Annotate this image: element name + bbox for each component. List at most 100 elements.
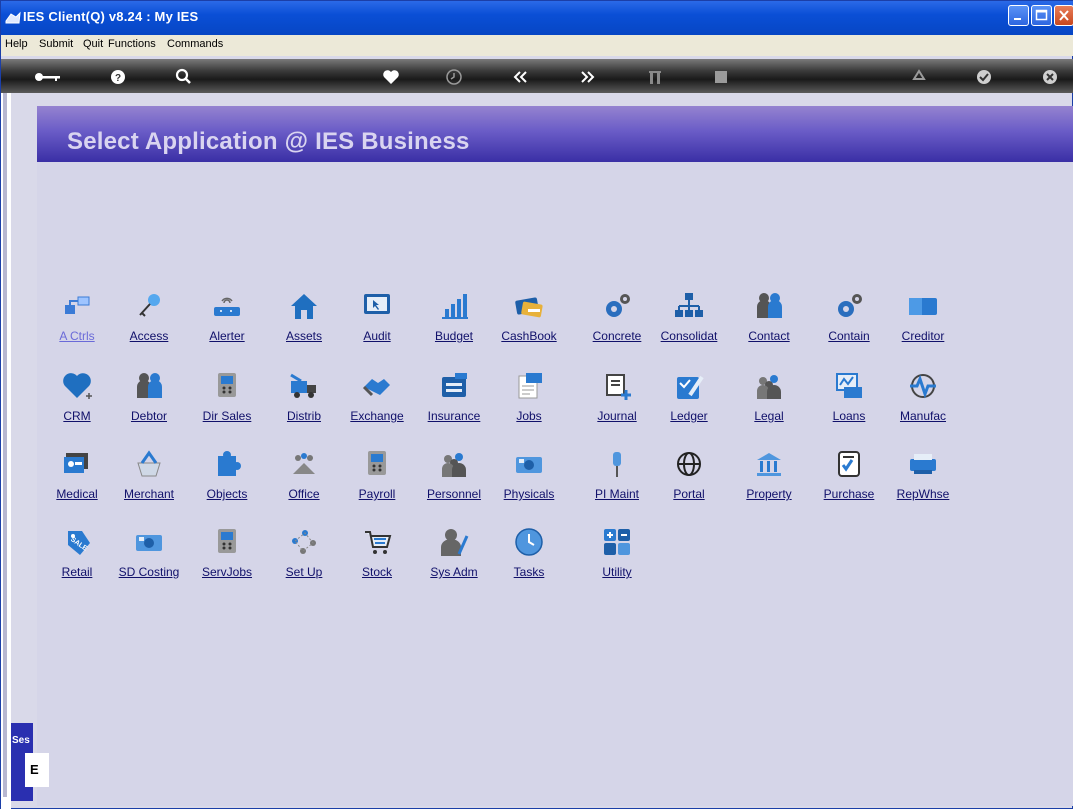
app-label-sys-adm[interactable]: Sys Adm [414,565,494,579]
close-icon[interactable] [1040,68,1060,86]
stop-icon[interactable] [711,68,731,86]
app-label-contain[interactable]: Contain [809,329,889,343]
menu-functions[interactable]: Functions [108,38,156,50]
app-label-property[interactable]: Property [729,487,809,501]
app-tile-servjobs[interactable]: ServJobs [193,527,261,591]
app-label-physicals[interactable]: Physicals [489,487,569,501]
app-tile-alerter[interactable]: Alerter [193,291,261,355]
pulse-icon[interactable] [908,371,938,401]
app-tile-jobs[interactable]: Jobs [495,371,563,435]
app-label-audit[interactable]: Audit [337,329,417,343]
journal-icon[interactable] [602,371,632,401]
recycle-icon[interactable] [909,68,929,86]
group-icon[interactable] [754,371,784,401]
app-tile-utility[interactable]: Utility [583,527,651,591]
bank-icon[interactable] [754,449,784,479]
app-label-personnel[interactable]: Personnel [414,487,494,501]
phone-icon[interactable] [362,449,392,479]
app-tile-distrib[interactable]: Distrib [270,371,338,435]
app-tile-budget[interactable]: Budget [420,291,488,355]
document-icon[interactable] [514,371,544,401]
house-icon[interactable] [289,291,319,321]
app-label-consolidat[interactable]: Consolidat [649,329,729,343]
app-label-set-up[interactable]: Set Up [264,565,344,579]
app-label-tasks[interactable]: Tasks [489,565,569,579]
app-tile-a-ctrls[interactable]: A Ctrls [43,291,111,355]
diagram-icon[interactable] [289,527,319,557]
app-tile-access[interactable]: Access [115,291,183,355]
phone-icon[interactable] [212,371,242,401]
menu-quit[interactable]: Quit [83,38,103,50]
printer-icon[interactable] [908,449,938,479]
app-label-payroll[interactable]: Payroll [337,487,417,501]
app-label-alerter[interactable]: Alerter [187,329,267,343]
network-icon[interactable] [62,291,92,321]
app-tile-contain[interactable]: Contain [815,291,883,355]
menu-commands[interactable]: Commands [167,38,223,50]
app-label-medical[interactable]: Medical [37,487,117,501]
org-chart-icon[interactable] [674,291,704,321]
group-icon[interactable] [439,449,469,479]
app-label-pi-maint[interactable]: PI Maint [577,487,657,501]
app-label-stock[interactable]: Stock [337,565,417,579]
app-label-crm[interactable]: CRM [37,409,117,423]
clock-icon[interactable] [514,527,544,557]
gears-icon[interactable] [602,291,632,321]
app-label-jobs[interactable]: Jobs [489,409,569,423]
left-scroll-bar[interactable] [3,93,7,797]
handshake-icon[interactable] [362,371,392,401]
people-icon[interactable] [754,291,784,321]
clock-icon[interactable] [444,68,464,86]
app-label-purchase[interactable]: Purchase [809,487,889,501]
app-tile-contact[interactable]: Contact [735,291,803,355]
people-icon[interactable] [134,371,164,401]
menu-submit[interactable]: Submit [39,38,73,50]
heart-icon[interactable] [381,68,401,86]
app-label-repwhse[interactable]: RepWhse [883,487,963,501]
app-tile-exchange[interactable]: Exchange [343,371,411,435]
app-label-retail[interactable]: Retail [37,565,117,579]
app-tile-creditor[interactable]: Creditor [889,291,957,355]
app-label-access[interactable]: Access [109,329,189,343]
search-icon[interactable] [173,68,193,86]
app-tile-tasks[interactable]: Tasks [495,527,563,591]
help-icon[interactable]: ? [108,68,128,86]
app-label-contact[interactable]: Contact [729,329,809,343]
gears-icon[interactable] [834,291,864,321]
app-label-office[interactable]: Office [264,487,344,501]
app-tile-audit[interactable]: Audit [343,291,411,355]
close-window-button[interactable] [1054,5,1073,26]
app-tile-dir-sales[interactable]: Dir Sales [193,371,261,435]
app-label-journal[interactable]: Journal [577,409,657,423]
maximize-button[interactable] [1031,5,1052,26]
app-tile-consolidat[interactable]: Consolidat [655,291,723,355]
router-icon[interactable] [212,291,242,321]
app-tile-cashbook[interactable]: CashBook [495,291,563,355]
office-icon[interactable] [289,449,319,479]
card-icon[interactable] [908,291,938,321]
app-tile-debtor[interactable]: Debtor [115,371,183,435]
app-tile-loans[interactable]: Loans [815,371,883,435]
app-label-assets[interactable]: Assets [264,329,344,343]
app-tile-manufac[interactable]: Manufac [889,371,957,435]
app-label-loans[interactable]: Loans [809,409,889,423]
app-label-objects[interactable]: Objects [187,487,267,501]
heart-icon[interactable] [62,371,92,401]
app-label-legal[interactable]: Legal [729,409,809,423]
title-bar[interactable]: IES Client(Q) v8.24 : My IES [1,1,1073,35]
app-label-concrete[interactable]: Concrete [577,329,657,343]
app-tile-merchant[interactable]: Merchant [115,449,183,513]
app-label-utility[interactable]: Utility [577,565,657,579]
session-tab[interactable]: Ses E [11,723,49,801]
app-tile-personnel[interactable]: Personnel [420,449,488,513]
app-tile-legal[interactable]: Legal [735,371,803,435]
sale-tag-icon[interactable]: SALE [62,527,92,557]
key-icon[interactable] [134,291,164,321]
app-tile-crm[interactable]: CRM [43,371,111,435]
app-tile-insurance[interactable]: Insurance [420,371,488,435]
puzzle-icon[interactable] [212,449,242,479]
app-tile-assets[interactable]: Assets [270,291,338,355]
app-tile-sd-costing[interactable]: SD Costing [115,527,183,591]
loans-icon[interactable] [834,371,864,401]
globe-icon[interactable] [674,449,704,479]
